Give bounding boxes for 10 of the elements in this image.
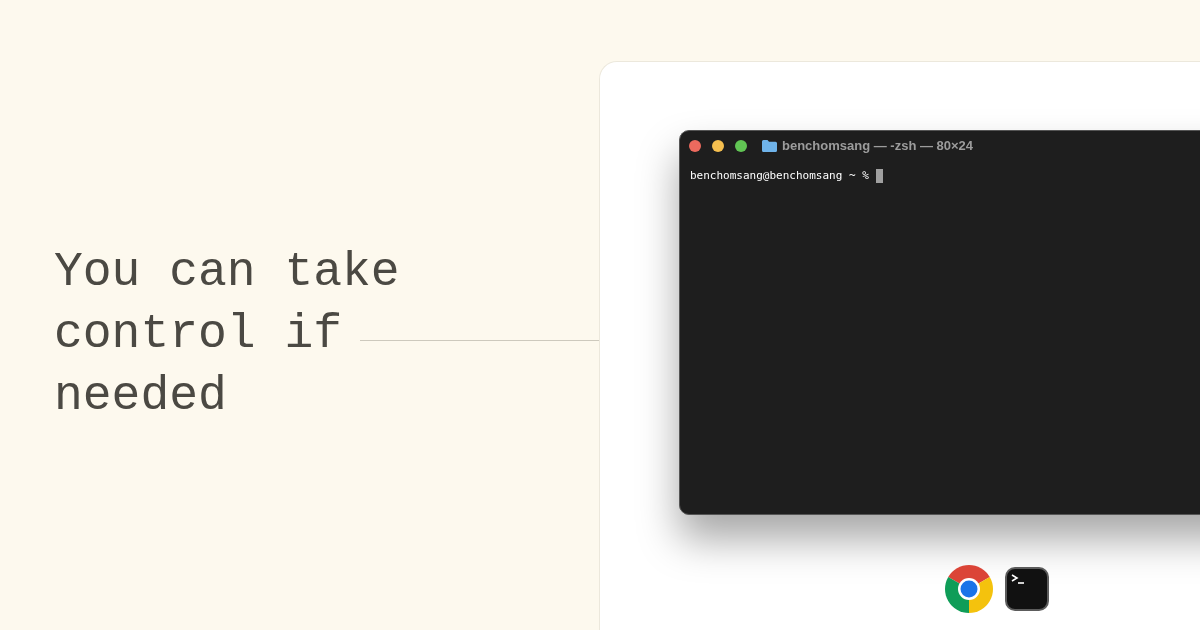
- close-button[interactable]: [689, 140, 701, 152]
- zoom-button[interactable]: [735, 140, 747, 152]
- window-title: benchomsang — -zsh — 80×24: [782, 137, 974, 156]
- shell-prompt: benchomsang@benchomsang ~ %: [690, 169, 869, 183]
- browser-icon[interactable]: [945, 565, 993, 613]
- terminal-app-icon[interactable]: [1005, 567, 1049, 611]
- minimize-button[interactable]: [712, 140, 724, 152]
- folder-icon: [762, 140, 777, 152]
- headline: You can take control if needed: [54, 244, 401, 425]
- text-cursor: [875, 169, 883, 183]
